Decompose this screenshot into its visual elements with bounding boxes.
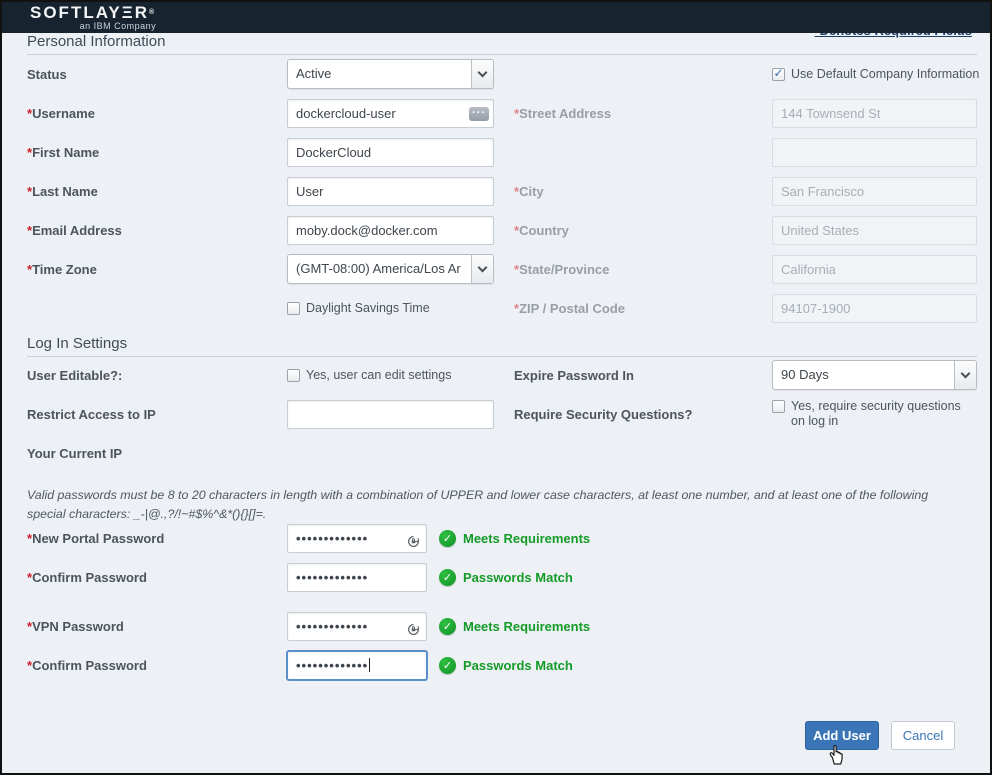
check-circle-icon: ✓ [439,569,456,586]
email-address-input[interactable]: moby.dock@docker.com [287,216,494,245]
user-editable-row: Yes, user can edit settings [287,368,494,383]
confirm-portal-password-label: *Confirm Password [27,570,287,585]
vpn-password-input[interactable]: ••••••••••••• [287,612,427,641]
your-current-ip-label: Your Current IP [27,446,287,461]
check-circle-icon: ✓ [439,530,456,547]
new-portal-password-label: *New Portal Password [27,531,287,546]
ellipsis-button[interactable] [469,107,489,121]
user-editable-label: User Editable?: [27,368,287,383]
first-name-label: *First Name [27,145,287,160]
vpn-password-label: *VPN Password [27,619,287,634]
login-settings-left-column: User Editable?: Yes, user can edit setti… [27,360,494,468]
registered-mark: ® [149,9,156,16]
text-caret [369,658,370,672]
use-default-company-checkbox[interactable] [772,68,785,81]
top-header-bar: SOFTLAYΞR® an IBM Company [2,2,990,33]
personal-info-right-column: Use Default Company Information *Street … [514,59,977,323]
vpn-password-group: *VPN Password ••••••••••••• ✓ Meets Requ… [27,612,590,680]
log-in-settings-heading: Log In Settings [27,335,977,357]
require-security-questions-checkbox[interactable] [772,400,785,413]
new-portal-password-input[interactable]: ••••••••••••• [287,524,427,553]
portal-password-group: *New Portal Password ••••••••••••• ✓ Mee… [27,524,590,592]
first-name-input[interactable]: DockerCloud [287,138,494,167]
status-select[interactable]: Active [287,59,494,89]
daylight-savings-label: Daylight Savings Time [306,301,430,316]
use-default-company-label: Use Default Company Information [791,67,979,82]
vpn-password-status: ✓ Meets Requirements [439,618,590,635]
state-province-label: *State/Province [514,262,772,277]
cancel-button[interactable]: Cancel [891,721,955,750]
city-input: San Francisco [772,177,977,206]
street-address-input: 144 Townsend St [772,99,977,128]
confirm-vpn-password-status: ✓ Passwords Match [439,657,590,674]
logo-subtitle: an IBM Company [30,21,156,31]
city-label: *City [514,184,772,199]
restrict-access-ip-input[interactable] [287,400,494,429]
confirm-portal-password-input[interactable]: ••••••••••••• [287,563,427,592]
chevron-down-icon [471,60,493,88]
require-security-questions-row: Yes, require security questions on log i… [772,399,977,429]
time-zone-select[interactable]: (GMT-08:00) America/Los Ar [287,254,494,284]
personal-info-left-column: Status Active *Username dockercloud-user… [27,59,494,323]
password-requirements-note: Valid passwords must be 8 to 20 characte… [27,486,967,524]
login-settings-right-column: Expire Password In 90 Days Require Secur… [514,360,977,429]
restrict-access-ip-label: Restrict Access to IP [27,407,287,422]
email-address-label: *Email Address [27,223,287,238]
zip-postal-code-label: *ZIP / Postal Code [514,301,772,316]
confirm-portal-password-status: ✓ Passwords Match [439,569,590,586]
street-address-label: *Street Address [514,106,772,121]
expire-password-label: Expire Password In [514,368,772,383]
check-circle-icon: ✓ [439,657,456,674]
confirm-vpn-password-input[interactable]: ••••••••••••• [287,651,427,680]
status-label: Status [27,67,287,82]
street-address2-input [772,138,977,167]
daylight-savings-row: Daylight Savings Time [287,301,494,316]
check-circle-icon: ✓ [439,618,456,635]
generate-password-icon[interactable] [406,619,421,641]
expire-password-select[interactable]: 90 Days [772,360,977,390]
confirm-vpn-password-label: *Confirm Password [27,658,287,673]
user-editable-checkbox[interactable] [287,369,300,382]
require-security-questions-checkbox-label: Yes, require security questions on log i… [791,399,977,429]
new-portal-password-status: ✓ Meets Requirements [439,530,590,547]
username-input[interactable]: dockercloud-user [287,99,494,128]
country-input: United States [772,216,977,245]
chevron-down-icon [471,255,493,283]
use-default-company-row: Use Default Company Information [772,67,977,82]
country-label: *Country [514,223,772,238]
softlayer-logo: SOFTLAYΞR® an IBM Company [30,4,156,31]
cursor-pointer-icon [825,742,849,771]
user-editable-checkbox-label: Yes, user can edit settings [306,368,451,383]
daylight-savings-checkbox[interactable] [287,302,300,315]
chevron-down-icon [954,361,976,389]
time-zone-label: *Time Zone [27,262,287,277]
generate-password-icon[interactable] [406,531,421,553]
require-security-questions-label: Require Security Questions? [514,407,772,422]
logo-text: SOFTLAYΞR [30,3,149,22]
add-user-page: *Denotes Required Fields SOFTLAYΞR® an I… [0,0,992,775]
last-name-input[interactable]: User [287,177,494,206]
state-province-input: California [772,255,977,284]
last-name-label: *Last Name [27,184,287,199]
username-label: *Username [27,106,287,121]
zip-postal-code-input: 94107-1900 [772,294,977,323]
